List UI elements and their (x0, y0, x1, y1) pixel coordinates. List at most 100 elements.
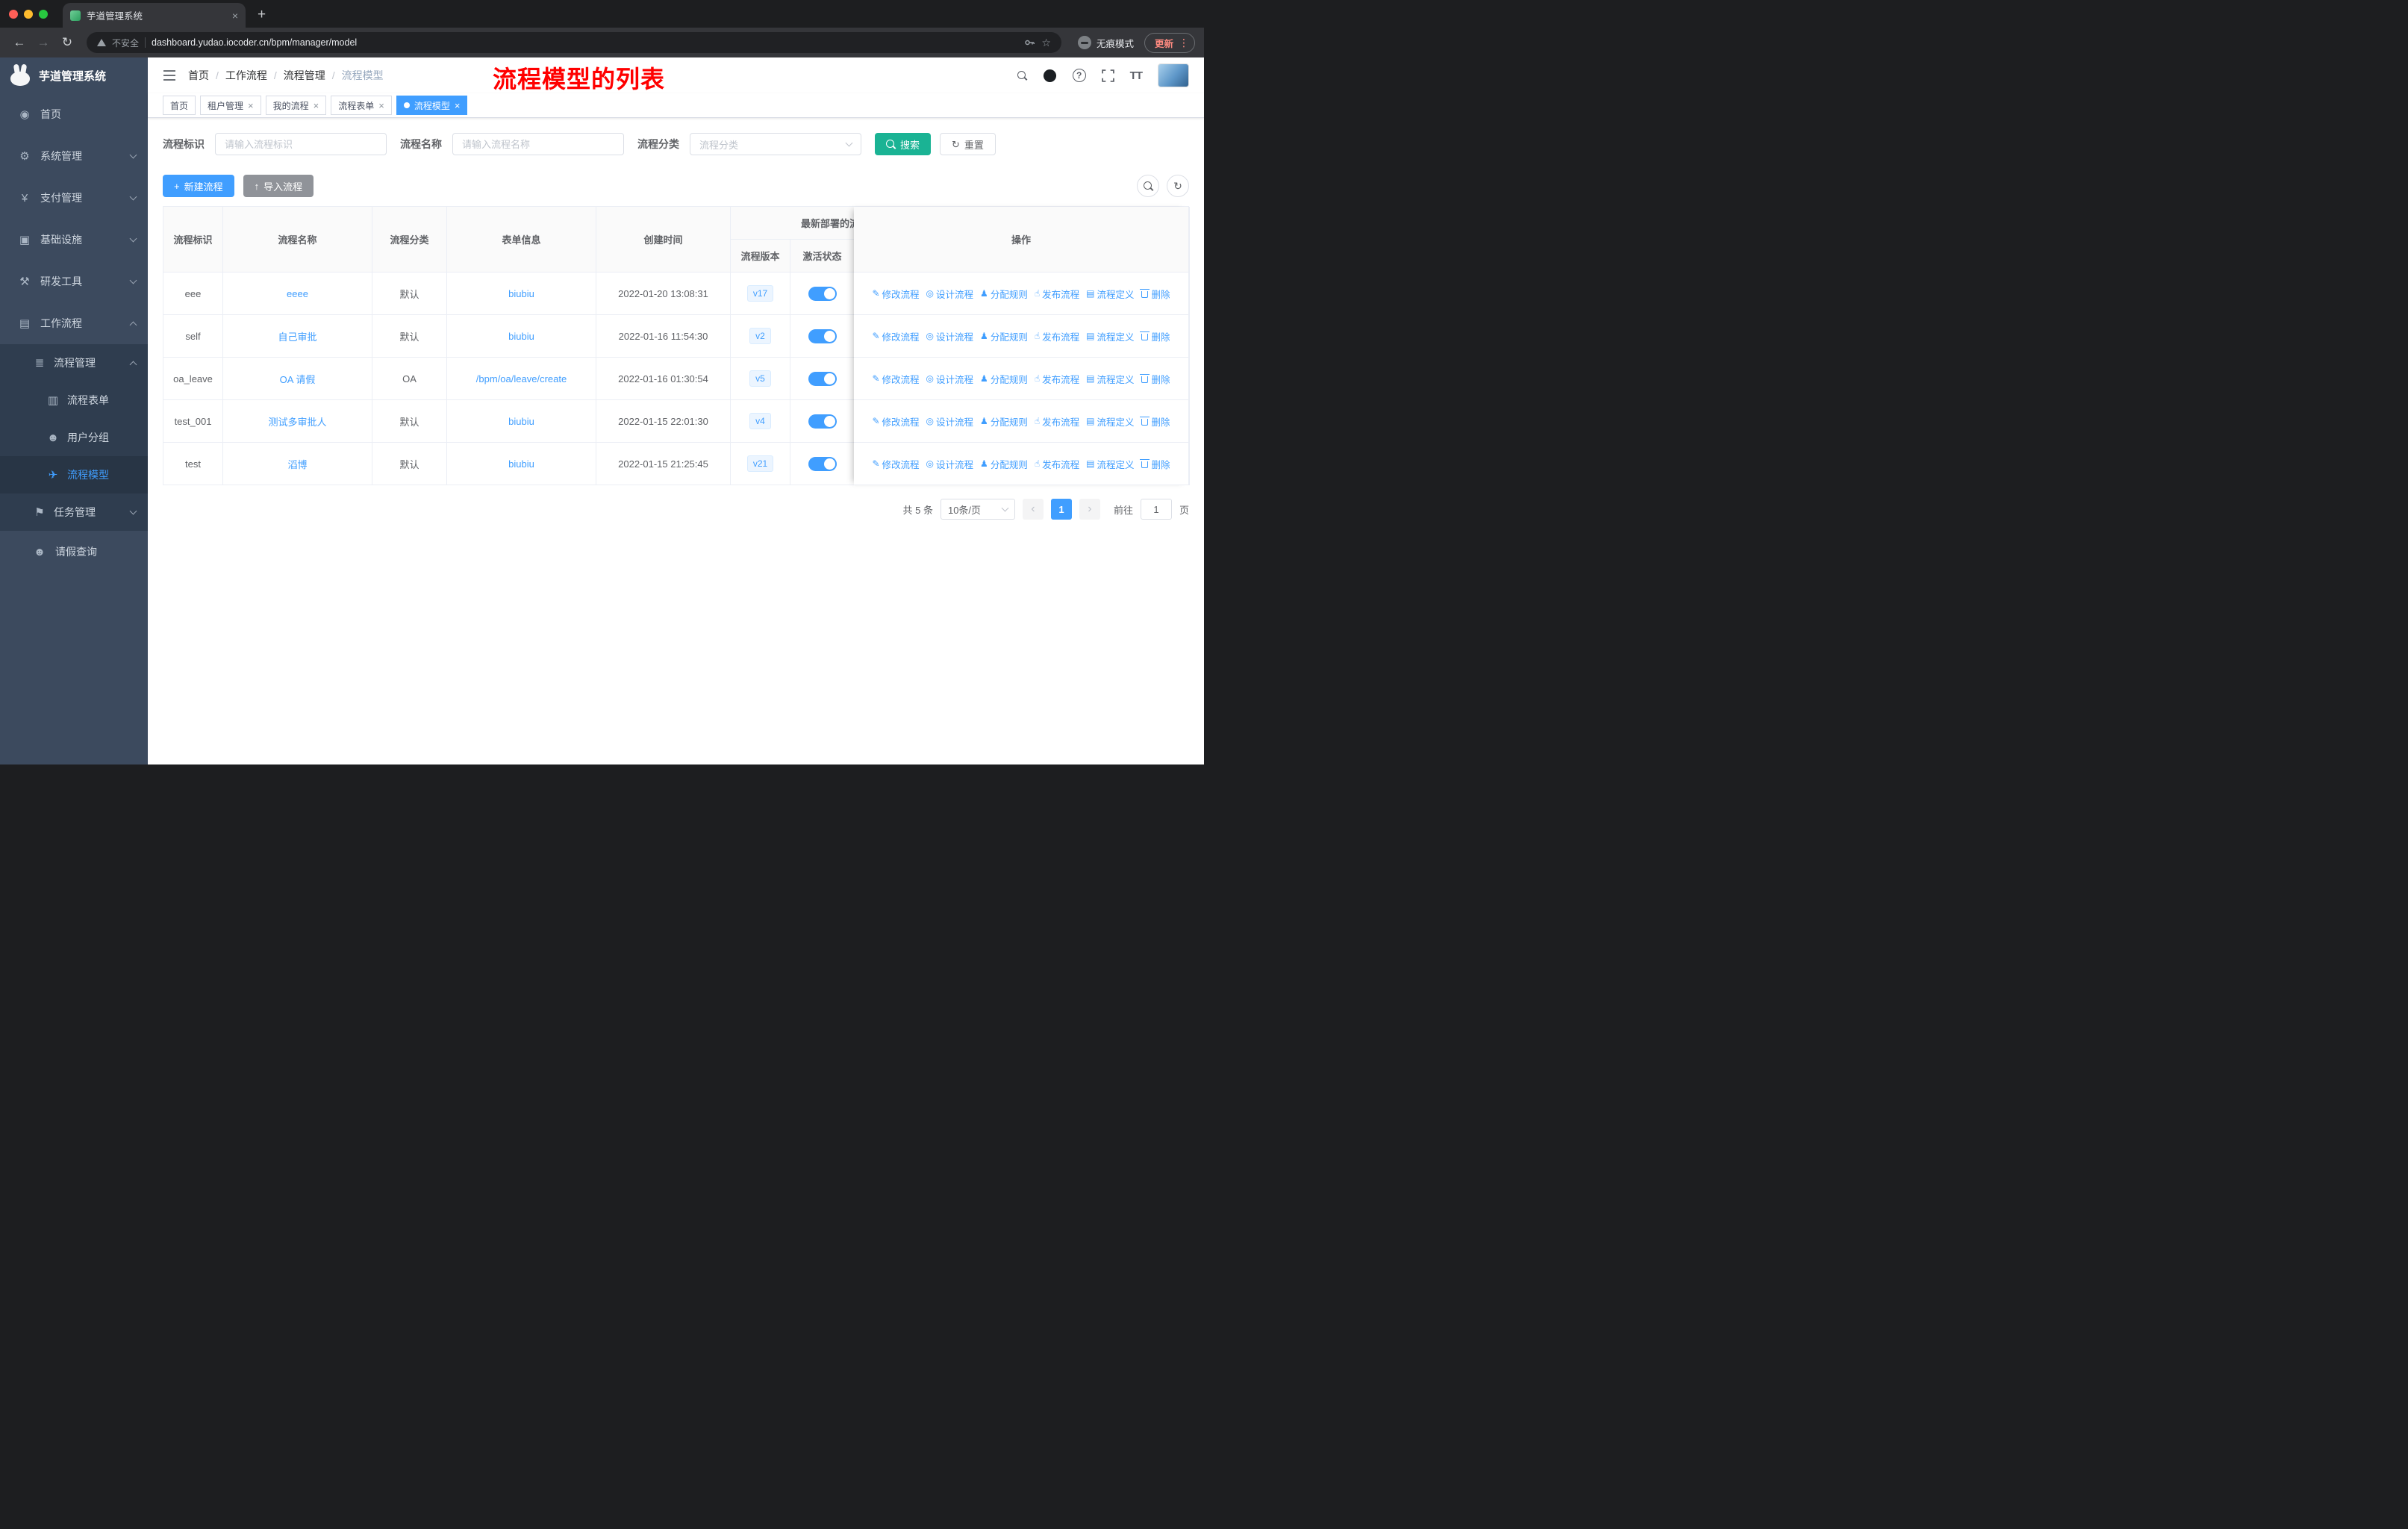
edit-process-link[interactable]: ✎ 修改流程 (872, 414, 919, 429)
browser-menu-icon[interactable]: ⋮ (1179, 37, 1189, 49)
breadcrumb-item[interactable]: 首页 (188, 68, 209, 83)
delete-link[interactable]: 删除 (1139, 329, 1170, 343)
design-process-link[interactable]: ◎ 设计流程 (926, 457, 974, 471)
toggle-search-button[interactable] (1137, 175, 1159, 197)
status-toggle[interactable] (808, 456, 837, 471)
close-icon[interactable]: × (378, 100, 384, 111)
assign-rule-link[interactable]: ♟ 分配规则 (980, 414, 1028, 429)
assign-rule-link[interactable]: ♟ 分配规则 (980, 287, 1028, 301)
tab-close-icon[interactable]: × (232, 10, 238, 22)
close-window-button[interactable] (9, 9, 18, 19)
version-badge[interactable]: v5 (749, 370, 771, 387)
tag-process-form[interactable]: 流程表单 × (331, 96, 392, 115)
current-page[interactable]: 1 (1050, 499, 1072, 520)
form-info-link[interactable]: biubiu (447, 443, 596, 485)
import-process-button[interactable]: ↑ 导入流程 (243, 175, 314, 197)
design-process-link[interactable]: ◎ 设计流程 (926, 414, 974, 429)
status-toggle[interactable] (808, 286, 837, 301)
delete-link[interactable]: 删除 (1139, 372, 1170, 386)
publish-process-link[interactable]: ☝ 发布流程 (1035, 329, 1079, 343)
forward-button[interactable]: → (33, 35, 54, 50)
process-definition-link[interactable]: ▤ 流程定义 (1086, 329, 1134, 343)
process-definition-link[interactable]: ▤ 流程定义 (1086, 287, 1134, 301)
process-definition-link[interactable]: ▤ 流程定义 (1086, 372, 1134, 386)
zoom-window-button[interactable] (39, 9, 48, 19)
sidebar-item-process-model[interactable]: ✈ 流程模型 (0, 456, 148, 493)
process-name-link[interactable]: eeee (223, 273, 372, 315)
assign-rule-link[interactable]: ♟ 分配规则 (980, 457, 1028, 471)
sidebar-item-workflow[interactable]: ▤ 工作流程 (0, 302, 148, 344)
next-page-button[interactable]: › (1079, 499, 1100, 520)
tag-tenant[interactable]: 租户管理 × (200, 96, 261, 115)
design-process-link[interactable]: ◎ 设计流程 (926, 329, 974, 343)
process-name-link[interactable]: 滔博 (223, 443, 372, 485)
goto-page-input[interactable] (1140, 499, 1172, 520)
close-icon[interactable]: × (314, 100, 319, 111)
reload-button[interactable]: ↻ (57, 35, 78, 50)
back-button[interactable]: ← (9, 35, 30, 50)
sidebar-item-home[interactable]: ◉ 首页 (0, 93, 148, 135)
page-size-select[interactable]: 10条/页 (940, 499, 1015, 520)
sidebar-item-process-form[interactable]: ▥ 流程表单 (0, 382, 148, 419)
tag-home[interactable]: 首页 (163, 96, 196, 115)
category-select[interactable]: 流程分类 (690, 133, 861, 155)
status-toggle[interactable] (808, 414, 837, 429)
browser-tab[interactable]: 芋道管理系统 × (63, 3, 246, 28)
edit-process-link[interactable]: ✎ 修改流程 (872, 457, 919, 471)
password-key-icon[interactable] (1023, 37, 1035, 49)
publish-process-link[interactable]: ☝ 发布流程 (1035, 457, 1079, 471)
process-name-link[interactable]: 自己审批 (223, 315, 372, 358)
search-icon[interactable] (1017, 70, 1027, 81)
process-key-input[interactable] (215, 133, 387, 155)
create-process-button[interactable]: + 新建流程 (163, 175, 234, 197)
sidebar-item-system[interactable]: ⚙ 系统管理 (0, 135, 148, 177)
status-toggle[interactable] (808, 371, 837, 386)
process-definition-link[interactable]: ▤ 流程定义 (1086, 414, 1134, 429)
design-process-link[interactable]: ◎ 设计流程 (926, 287, 974, 301)
fullscreen-icon[interactable] (1101, 69, 1114, 82)
process-name-input[interactable] (452, 133, 624, 155)
form-info-link[interactable]: /bpm/oa/leave/create (447, 358, 596, 400)
edit-process-link[interactable]: ✎ 修改流程 (872, 372, 919, 386)
security-label[interactable]: 不安全 (112, 37, 139, 49)
sidebar-item-infrastructure[interactable]: ▣ 基础设施 (0, 219, 148, 261)
sidebar-item-devtools[interactable]: ⚒ 研发工具 (0, 261, 148, 302)
version-badge[interactable]: v17 (746, 285, 774, 302)
sidebar-toggle-icon[interactable] (163, 69, 176, 81)
breadcrumb-item[interactable]: 工作流程 (225, 68, 267, 83)
publish-process-link[interactable]: ☝ 发布流程 (1035, 372, 1079, 386)
publish-process-link[interactable]: ☝ 发布流程 (1035, 287, 1079, 301)
version-badge[interactable]: v4 (749, 413, 771, 429)
bookmark-star-icon[interactable]: ☆ (1041, 37, 1051, 49)
prev-page-button[interactable]: ‹ (1022, 499, 1044, 520)
design-process-link[interactable]: ◎ 设计流程 (926, 372, 974, 386)
tag-process-model[interactable]: 流程模型 × (396, 96, 468, 115)
form-info-link[interactable]: biubiu (447, 400, 596, 443)
search-button[interactable]: 搜索 (875, 133, 932, 155)
version-badge[interactable]: v21 (746, 455, 774, 472)
form-info-link[interactable]: biubiu (447, 273, 596, 315)
font-size-icon[interactable]: TT (1130, 69, 1143, 82)
sidebar-item-payment[interactable]: ¥ 支付管理 (0, 177, 148, 219)
close-icon[interactable]: × (248, 100, 254, 111)
help-icon[interactable]: ? (1072, 69, 1086, 82)
sidebar-item-process-management[interactable]: ≣ 流程管理 (0, 344, 148, 382)
tag-my-process[interactable]: 我的流程 × (265, 96, 327, 115)
update-chip[interactable]: 更新 ⋮ (1144, 32, 1195, 53)
refresh-table-button[interactable]: ↻ (1167, 175, 1189, 197)
reset-button[interactable]: ↻ 重置 (940, 133, 996, 155)
minimize-window-button[interactable] (24, 9, 33, 19)
assign-rule-link[interactable]: ♟ 分配规则 (980, 329, 1028, 343)
address-bar[interactable]: 不安全 dashboard.yudao.iocoder.cn/bpm/manag… (87, 32, 1061, 53)
new-tab-button[interactable]: + (258, 7, 266, 23)
github-icon[interactable] (1043, 69, 1057, 83)
delete-link[interactable]: 删除 (1139, 287, 1170, 301)
sidebar-item-task-management[interactable]: ⚑ 任务管理 (0, 493, 148, 531)
sidebar-item-user-group[interactable]: ☻ 用户分组 (0, 419, 148, 456)
edit-process-link[interactable]: ✎ 修改流程 (872, 329, 919, 343)
form-info-link[interactable]: biubiu (447, 315, 596, 358)
assign-rule-link[interactable]: ♟ 分配规则 (980, 372, 1028, 386)
delete-link[interactable]: 删除 (1139, 457, 1170, 471)
edit-process-link[interactable]: ✎ 修改流程 (872, 287, 919, 301)
close-icon[interactable]: × (455, 100, 461, 111)
